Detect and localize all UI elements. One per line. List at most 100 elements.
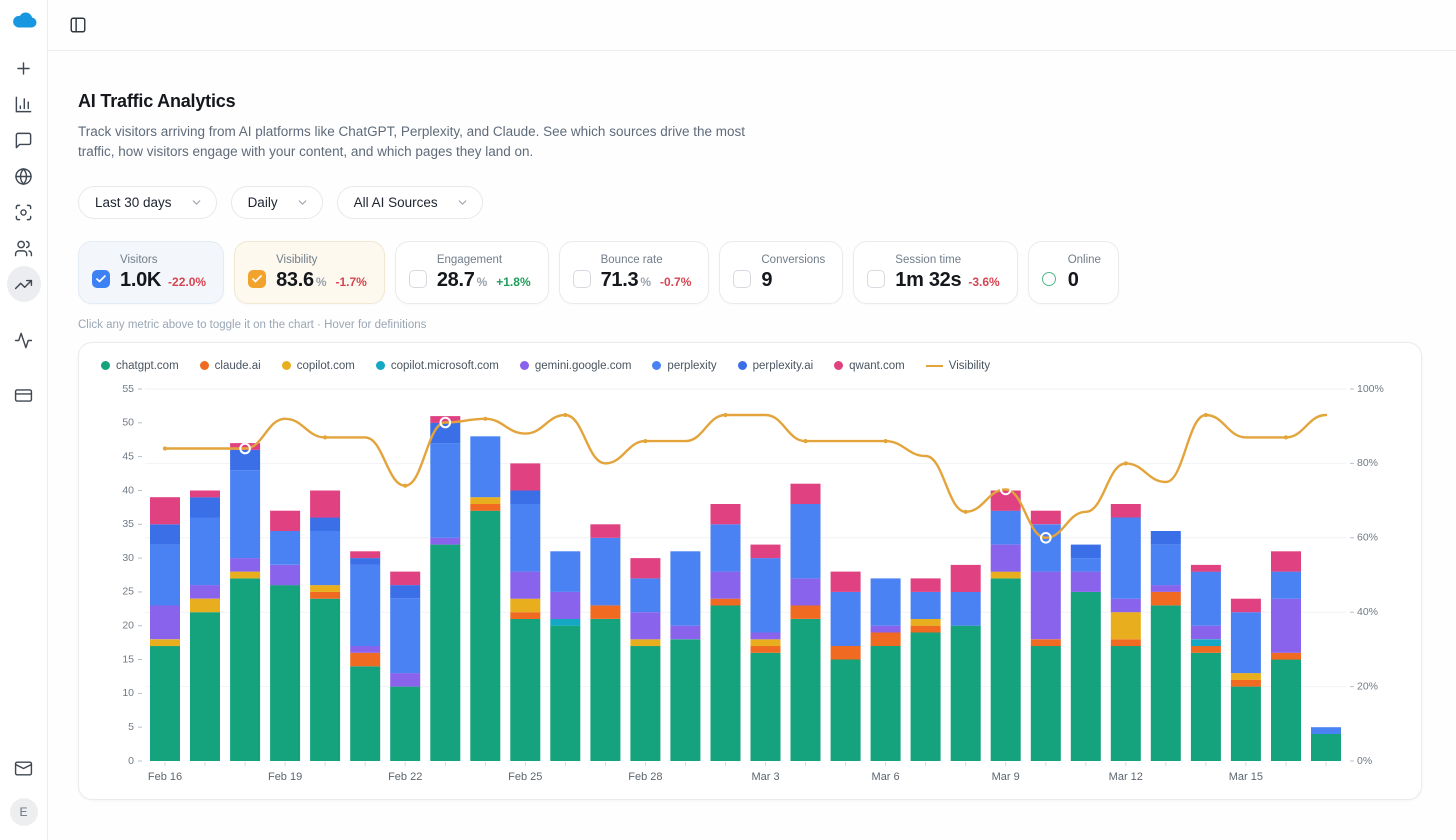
metric-label: Visibility (276, 254, 367, 266)
panel-left-icon[interactable] (64, 11, 92, 39)
legend-label: perplexity (667, 360, 716, 372)
metric-value: 1m 32s (895, 269, 961, 292)
svg-text:40%: 40% (1357, 605, 1378, 617)
svg-text:Feb 16: Feb 16 (148, 771, 182, 783)
metric-value: 9 (761, 269, 772, 292)
svg-text:60%: 60% (1357, 531, 1378, 543)
legend-label: gemini.google.com (535, 360, 632, 372)
svg-text:40: 40 (122, 484, 134, 496)
topbar (48, 0, 1456, 51)
metric-card-bounce-rate[interactable]: Bounce rate 71.3%-0.7% (559, 241, 710, 304)
legend-dot-icon (834, 361, 843, 370)
metric-value: 71.3 (601, 269, 639, 292)
metric-label: Online (1068, 254, 1101, 266)
metric-unit: % (640, 275, 651, 289)
metric-card-visitors[interactable]: Visitors 1.0K -22.0% (78, 241, 224, 304)
svg-text:30: 30 (122, 551, 134, 563)
metric-cards: Visitors 1.0K-22.0% Visibility 83.6%-1.7… (78, 241, 1422, 304)
svg-text:Mar 6: Mar 6 (872, 771, 900, 783)
svg-text:15: 15 (122, 653, 134, 665)
legend-item: gemini.google.com (520, 360, 632, 372)
checkbox-unchecked-icon[interactable] (867, 270, 885, 288)
avatar[interactable]: E (10, 798, 38, 826)
svg-text:Mar 12: Mar 12 (1109, 771, 1143, 783)
legend-dot-icon (376, 361, 385, 370)
metric-label: Bounce rate (601, 254, 692, 266)
legend-dot-icon (282, 361, 291, 370)
message-icon[interactable] (7, 122, 41, 158)
content: AI Traffic Analytics Track visitors arri… (48, 51, 1456, 800)
plus-icon[interactable] (7, 50, 41, 86)
metric-value: 1.0K (120, 269, 161, 292)
svg-text:10: 10 (122, 687, 134, 699)
metric-card-session-time[interactable]: Session time 1m 32s-3.6% (853, 241, 1017, 304)
checkbox-checked-icon[interactable] (248, 270, 266, 288)
legend-item: copilot.microsoft.com (376, 360, 499, 372)
chevron-down-icon (456, 196, 469, 209)
checkbox-checked-icon[interactable] (92, 270, 110, 288)
metric-label: Conversions (761, 254, 825, 266)
svg-text:0%: 0% (1357, 754, 1372, 766)
svg-text:80%: 80% (1357, 457, 1378, 469)
filter-bar: Last 30 days Daily All AI Sources (78, 186, 1422, 219)
toggle-hint: Click any metric above to toggle it on t… (78, 319, 1422, 331)
legend-item: perplexity (652, 360, 716, 372)
scan-eye-icon[interactable] (7, 194, 41, 230)
legend-dot-icon (652, 361, 661, 370)
metric-delta: -22.0% (168, 275, 206, 289)
bar-chart-icon[interactable] (7, 86, 41, 122)
legend-dot-icon (520, 361, 529, 370)
date-range-select[interactable]: Last 30 days (78, 186, 217, 219)
source-select[interactable]: All AI Sources (337, 186, 483, 219)
bars-layer (150, 416, 1341, 766)
svg-text:0: 0 (128, 754, 134, 766)
legend-line-icon (926, 365, 943, 367)
metric-card-visibility[interactable]: Visibility 83.6%-1.7% (234, 241, 385, 304)
svg-text:Mar 9: Mar 9 (992, 771, 1020, 783)
legend-dot-icon (101, 361, 110, 370)
checkbox-unchecked-icon[interactable] (409, 270, 427, 288)
legend-label: claude.ai (215, 360, 261, 372)
svg-text:Mar 3: Mar 3 (751, 771, 779, 783)
app-root: E AI Traffic Analytics Track visitors ar… (0, 0, 1456, 840)
sidebar-nav (7, 50, 41, 413)
svg-text:Feb 28: Feb 28 (628, 771, 662, 783)
svg-text:55: 55 (122, 382, 134, 394)
metric-card-online[interactable]: Online 0 (1028, 241, 1119, 304)
mail-icon[interactable] (7, 750, 41, 786)
sidebar-bottom: E (7, 750, 41, 826)
traffic-chart: 05101520253035404550550%20%40%60%80%100%… (97, 377, 1403, 791)
online-status-icon (1042, 272, 1056, 286)
checkbox-unchecked-icon[interactable] (733, 270, 751, 288)
metric-card-conversions[interactable]: Conversions 9 (719, 241, 843, 304)
chevron-down-icon (190, 196, 203, 209)
metric-unit: % (477, 275, 488, 289)
checkbox-unchecked-icon[interactable] (573, 270, 591, 288)
metric-delta: -1.7% (335, 275, 366, 289)
activity-icon[interactable] (7, 322, 41, 358)
svg-text:Feb 22: Feb 22 (388, 771, 422, 783)
legend-item: copilot.com (282, 360, 355, 372)
metric-label: Visitors (120, 254, 206, 266)
legend-label: chatgpt.com (116, 360, 179, 372)
users-icon[interactable] (7, 230, 41, 266)
granularity-value: Daily (248, 195, 278, 210)
trending-up-icon[interactable] (7, 266, 41, 302)
svg-text:20: 20 (122, 619, 134, 631)
legend-dot-icon (200, 361, 209, 370)
legend-dot-icon (738, 361, 747, 370)
cloud-logo[interactable] (9, 10, 39, 32)
svg-text:5: 5 (128, 720, 134, 732)
svg-text:Feb 25: Feb 25 (508, 771, 542, 783)
legend-item: chatgpt.com (101, 360, 179, 372)
metric-card-engagement[interactable]: Engagement 28.7%+1.8% (395, 241, 549, 304)
page-description: Track visitors arriving from AI platform… (78, 122, 750, 163)
source-value: All AI Sources (354, 195, 438, 210)
granularity-select[interactable]: Daily (231, 186, 323, 219)
credit-card-icon[interactable] (7, 377, 41, 413)
legend-label: perplexity.ai (753, 360, 814, 372)
svg-text:100%: 100% (1357, 382, 1384, 394)
metric-value: 83.6 (276, 269, 314, 292)
globe-icon[interactable] (7, 158, 41, 194)
legend-label: Visibility (949, 360, 990, 372)
